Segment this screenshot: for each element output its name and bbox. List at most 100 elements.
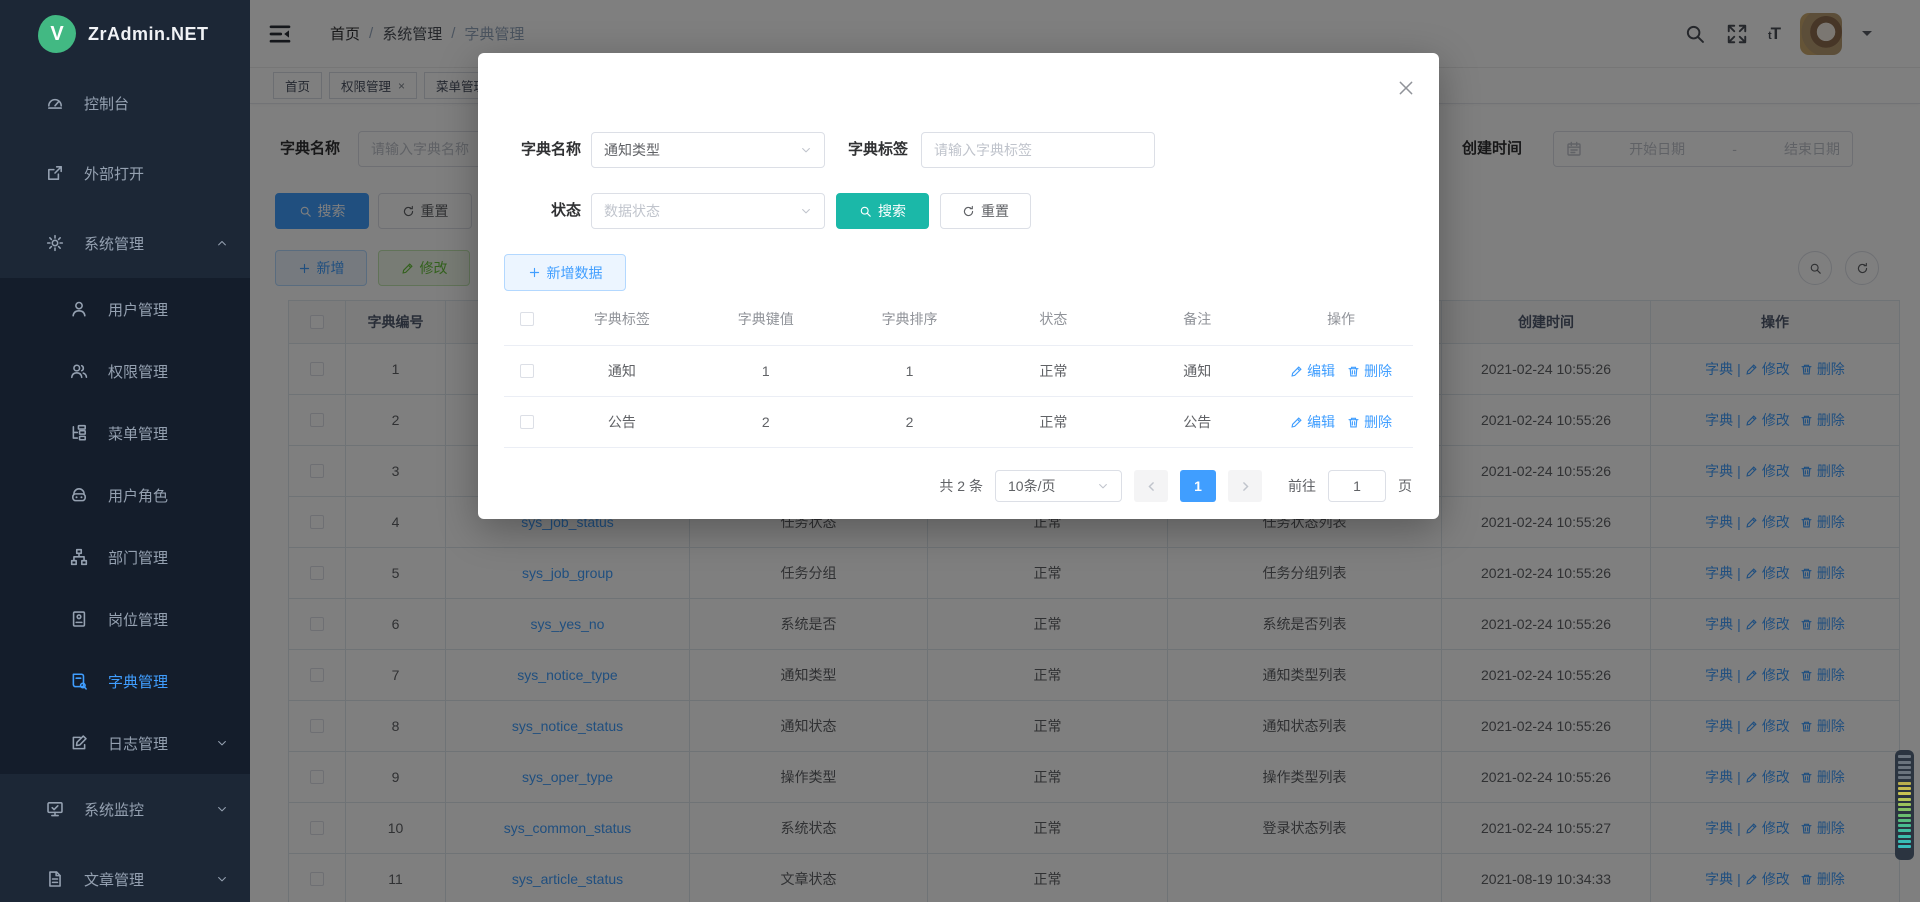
dialog-table-header-row: 字典标签 字典键值 字典排序 状态 备注 操作 (504, 293, 1413, 346)
cell-dict-label: 公告 (550, 397, 694, 447)
header-dict-value: 字典键值 (694, 293, 838, 345)
select-all-checkbox[interactable] (520, 312, 534, 326)
org-chart-icon (70, 548, 88, 566)
cell-dict-value: 2 (694, 397, 838, 447)
users-icon (70, 362, 88, 380)
sidebar-item-permission-management[interactable]: 权限管理 (0, 340, 250, 402)
chevron-down-icon (216, 803, 228, 815)
scrollbar-widget[interactable] (1895, 750, 1914, 860)
dialog-reset-button[interactable]: 重置 (940, 193, 1031, 229)
arrow-left-icon (1145, 480, 1158, 493)
dialog-add-data-button[interactable]: 新增数据 (504, 254, 626, 291)
cell-remark: 公告 (1125, 397, 1269, 447)
cell-dict-label: 通知 (550, 346, 694, 396)
trash-icon (1347, 365, 1360, 378)
chevron-down-icon (216, 873, 228, 885)
goto-label: 前往 (1288, 476, 1316, 496)
dialog-table-row: 通知 1 1 正常 通知 编辑 删除 (504, 346, 1413, 397)
plus-icon (528, 266, 541, 279)
sidebar-item-dashboard[interactable]: 控制台 (0, 68, 250, 138)
pencil-icon (1290, 365, 1303, 378)
arrow-right-icon (1239, 480, 1252, 493)
chevron-down-icon (800, 205, 812, 217)
dialog-dict-label-input[interactable]: 请输入字典标签 (921, 132, 1155, 168)
search-icon (859, 205, 872, 218)
app-window: V ZrAdmin.NET 控制台 外部打开 系统管理 用户管理 权限管理 (0, 0, 1920, 902)
cell-checkbox (504, 397, 550, 447)
cell-operations: 编辑 删除 (1269, 346, 1413, 396)
goto-page-input[interactable]: 1 (1328, 470, 1386, 502)
delete-link[interactable]: 删除 (1347, 412, 1392, 432)
prev-page-button[interactable] (1134, 470, 1168, 502)
dialog-dict-name-label: 字典名称 (496, 132, 581, 168)
cell-status: 正常 (981, 397, 1125, 447)
dialog-status-label: 状态 (496, 193, 581, 229)
user-icon (70, 300, 88, 318)
system-management-submenu: 用户管理 权限管理 菜单管理 用户角色 部门管理 岗位管理 (0, 278, 250, 774)
article-icon (46, 870, 64, 888)
dialog-search-button[interactable]: 搜索 (836, 193, 929, 229)
sidebar-item-department-management[interactable]: 部门管理 (0, 526, 250, 588)
app-title: ZrAdmin.NET (88, 24, 209, 45)
monitor-icon (46, 800, 64, 818)
chevron-down-icon (216, 737, 228, 749)
header-dict-label: 字典标签 (550, 293, 694, 345)
next-page-button[interactable] (1228, 470, 1262, 502)
chevron-down-icon (1097, 480, 1109, 492)
cell-dict-sort: 2 (838, 397, 982, 447)
header-remark: 备注 (1125, 293, 1269, 345)
dialog-dict-name-select[interactable]: 通知类型 (591, 132, 825, 168)
cell-remark: 通知 (1125, 346, 1269, 396)
menu-tree-icon (70, 424, 88, 442)
header-operations: 操作 (1269, 293, 1413, 345)
close-icon[interactable] (1397, 79, 1415, 97)
trash-icon (1347, 416, 1360, 429)
page-size-select[interactable]: 10条/页 (995, 470, 1122, 502)
sidebar-item-system-monitor[interactable]: 系统监控 (0, 774, 250, 844)
row-checkbox[interactable] (520, 364, 534, 378)
delete-link[interactable]: 删除 (1347, 361, 1392, 381)
gear-icon (46, 234, 64, 252)
dialog-dict-data-table: 字典标签 字典键值 字典排序 状态 备注 操作 通知 1 1 正常 通知 编辑 … (504, 293, 1413, 448)
pagination-total: 共 2 条 (939, 476, 983, 496)
sidebar-item-log-management[interactable]: 日志管理 (0, 712, 250, 774)
dialog-table-body: 通知 1 1 正常 通知 编辑 删除 公告 2 2 正常 公告 编辑 删除 (504, 346, 1413, 448)
dialog-table-row: 公告 2 2 正常 公告 编辑 删除 (504, 397, 1413, 448)
sidebar-item-article-management[interactable]: 文章管理 (0, 844, 250, 902)
logo-icon: V (38, 15, 76, 53)
pencil-icon (1290, 416, 1303, 429)
row-checkbox[interactable] (520, 415, 534, 429)
header-checkbox-cell (504, 293, 550, 345)
sidebar-item-system-management[interactable]: 系统管理 (0, 208, 250, 278)
sidebar-item-menu-management[interactable]: 菜单管理 (0, 402, 250, 464)
header-dict-sort: 字典排序 (838, 293, 982, 345)
sidebar-item-post-management[interactable]: 岗位管理 (0, 588, 250, 650)
dict-data-dialog: 字典名称 通知类型 字典标签 请输入字典标签 状态 数据状态 搜索 重置 新增数… (478, 53, 1439, 519)
chevron-down-icon (800, 144, 812, 156)
sidebar-item-user-role[interactable]: 用户角色 (0, 464, 250, 526)
sidebar-item-user-management[interactable]: 用户管理 (0, 278, 250, 340)
external-link-icon (46, 164, 64, 182)
dialog-dict-label-label: 字典标签 (833, 132, 908, 168)
dictionary-icon (70, 672, 88, 690)
refresh-icon (962, 205, 975, 218)
cell-dict-value: 1 (694, 346, 838, 396)
sidebar-item-external-open[interactable]: 外部打开 (0, 138, 250, 208)
chevron-up-icon (216, 237, 228, 249)
edit-link[interactable]: 编辑 (1290, 412, 1335, 432)
edit-link[interactable]: 编辑 (1290, 361, 1335, 381)
cell-operations: 编辑 删除 (1269, 397, 1413, 447)
sidebar-item-dictionary-management[interactable]: 字典管理 (0, 650, 250, 712)
page-unit-label: 页 (1398, 476, 1412, 496)
log-icon (70, 734, 88, 752)
cell-status: 正常 (981, 346, 1125, 396)
app-logo[interactable]: V ZrAdmin.NET (0, 0, 250, 68)
dialog-status-select[interactable]: 数据状态 (591, 193, 825, 229)
dashboard-icon (46, 94, 64, 112)
page-number-button[interactable]: 1 (1180, 470, 1216, 502)
cell-checkbox (504, 346, 550, 396)
role-icon (70, 486, 88, 504)
dialog-pagination: 共 2 条 10条/页 1 前往 1 页 (939, 466, 1412, 506)
cell-dict-sort: 1 (838, 346, 982, 396)
sidebar: V ZrAdmin.NET 控制台 外部打开 系统管理 用户管理 权限管理 (0, 0, 250, 902)
